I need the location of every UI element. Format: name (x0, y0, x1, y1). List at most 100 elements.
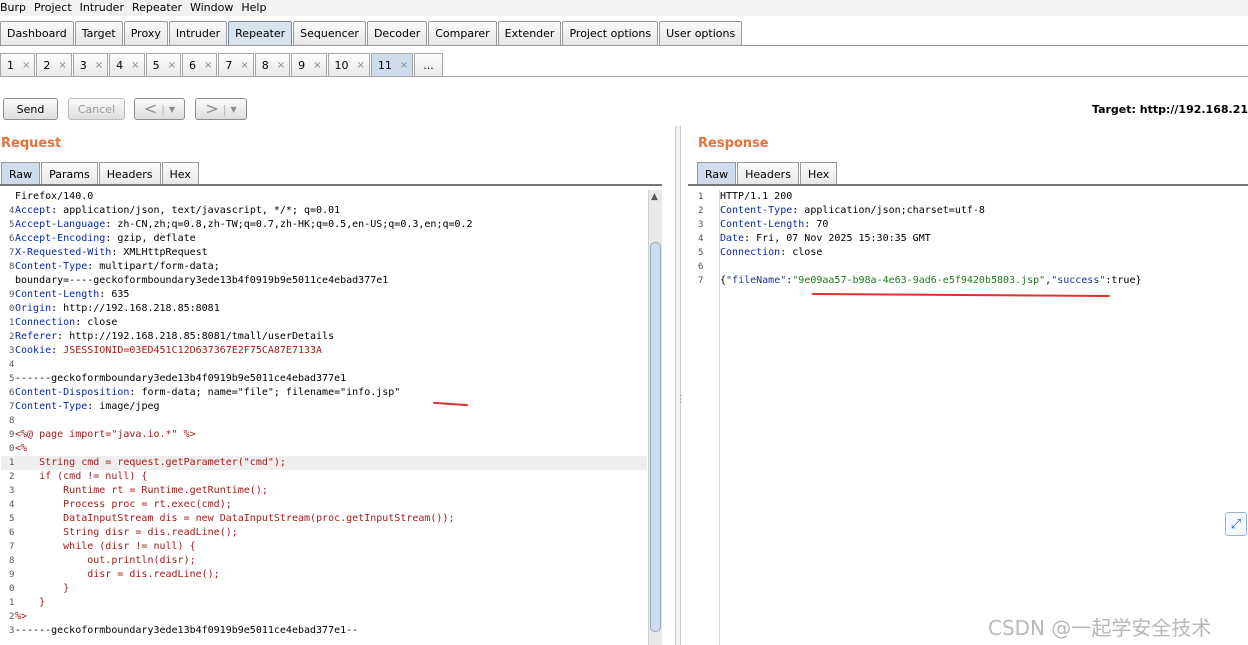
request-tab-raw[interactable]: Raw (1, 162, 41, 185)
response-tab-raw[interactable]: Raw (697, 162, 737, 185)
repeater-tab[interactable]: 4 × (109, 53, 145, 76)
tab-repeater[interactable]: Repeater (228, 21, 293, 45)
scroll-up-icon[interactable]: ▲ (651, 192, 658, 202)
request-tab-hex[interactable]: Hex (161, 162, 199, 185)
header-value: XMLHttpRequest (117, 247, 208, 258)
request-line: 1 String cmd = request.getParameter("cmd… (1, 456, 647, 470)
external-link-icon[interactable]: ⤢ (1225, 512, 1247, 536)
close-icon[interactable]: × (58, 60, 66, 71)
close-icon[interactable]: × (277, 60, 285, 71)
line-number: 5 (698, 248, 704, 258)
request-tab-params[interactable]: Params (41, 162, 98, 185)
tab-proxy[interactable]: Proxy (123, 21, 168, 45)
request-line: 4 (1, 358, 647, 372)
repeater-tab[interactable]: 2 × (36, 53, 72, 76)
close-icon[interactable]: × (357, 60, 365, 71)
line-content: Accept-Encoding: gzip, deflate (15, 232, 196, 246)
menu-item-project[interactable]: Project (34, 1, 76, 15)
line-content: <%@ page import="java.io.*" %> (15, 428, 196, 442)
code-text: disr = dis.readLine(); (15, 569, 220, 580)
response-editor[interactable]: 1 HTTP/1.1 200 2 Content-Type: application/… (690, 190, 1248, 645)
tab-dashboard[interactable]: Dashboard (0, 21, 74, 45)
request-editor[interactable]: Firefox/140.0 4 Accept: application/json, … (1, 190, 647, 645)
menu-bar: Burp Project Intruder Repeater Window Help (0, 0, 1248, 16)
tab-project-options[interactable]: Project options (562, 21, 659, 45)
tab-user-options[interactable]: User options (659, 21, 743, 45)
code-text: if (cmd != null) { (15, 471, 148, 482)
menu-item-intruder[interactable]: Intruder (80, 1, 128, 15)
tab-comparer[interactable]: Comparer (428, 21, 497, 45)
forward-button[interactable]: > | ▼ (195, 98, 247, 120)
header-name: Referer (15, 331, 58, 342)
close-icon[interactable]: × (95, 60, 103, 71)
close-icon[interactable]: × (22, 60, 30, 71)
tab-target[interactable]: Target (74, 21, 123, 45)
menu-item-help[interactable]: Help (241, 1, 270, 15)
code-text: Runtime rt = Runtime.getRuntime(); (15, 485, 268, 496)
repeater-tab[interactable]: 3 × (72, 53, 109, 76)
request-line: 6 Accept-Encoding: gzip, deflate (1, 232, 647, 246)
header-value: form-data; name="file"; filename="info.j… (135, 387, 401, 398)
menu-item-window[interactable]: Window (190, 1, 237, 15)
response-tab-headers[interactable]: Headers (737, 162, 799, 185)
repeater-tab-bar: 1 × 2 × 3 × 4 × 5 × 6 × 7 × 8 × 9 × 10 × 11 ×... (0, 53, 444, 77)
close-icon[interactable]: × (400, 60, 408, 71)
close-icon[interactable]: × (131, 60, 139, 71)
request-line: 0 <% (1, 442, 647, 456)
line-content: Content-Type: application/json;charset=u… (720, 204, 985, 218)
request-line: 9 disr = dis.readLine(); (1, 568, 647, 582)
repeater-tab[interactable]: 5 × (145, 53, 181, 76)
header-value: 70 (810, 219, 829, 230)
panel-splitter[interactable]: ⋮ (675, 126, 686, 645)
repeater-tab[interactable]: 1 × (0, 53, 36, 76)
request-line: 3 ------geckoformboundary3ede13b4f0919b9e… (1, 624, 647, 638)
repeater-tab[interactable]: 6 × (181, 53, 218, 76)
repeater-tab-label: 9 (298, 58, 306, 72)
repeater-tab[interactable]: 8 × (254, 53, 291, 76)
tab-sequencer[interactable]: Sequencer (293, 21, 366, 45)
close-icon[interactable]: × (168, 60, 176, 71)
repeater-tab[interactable]: 10 × (327, 53, 370, 76)
splitter-grip-icon[interactable]: ⋮ (676, 394, 686, 405)
request-line: 7 while (disr != null) { (1, 540, 647, 554)
menu-item-repeater[interactable]: Repeater (132, 1, 186, 15)
line-number: 7 (698, 276, 704, 286)
request-line: 9 <%@ page import="java.io.*" %> (1, 428, 647, 442)
tab-extender[interactable]: Extender (497, 21, 562, 45)
request-tab-divider (0, 184, 662, 186)
line-content: out.println(disr); (15, 554, 195, 568)
response-tab-hex[interactable]: Hex (799, 162, 838, 185)
repeater-tab[interactable]: 9 × (291, 53, 327, 76)
line-number: 3 (698, 220, 704, 230)
response-line: 7 {"fileName":"9e09aa57-b98a-4e63-9ad6-e5… (690, 274, 1248, 288)
repeater-tab[interactable]: 11 × (370, 53, 414, 76)
code-text: String disr = dis.readLine(); (15, 527, 238, 538)
back-button[interactable]: < | ▼ (134, 98, 185, 120)
request-line: Firefox/140.0 (1, 190, 647, 204)
header-name: Connection (15, 317, 76, 328)
request-tab-headers[interactable]: Headers (98, 162, 161, 185)
close-icon[interactable]: × (204, 60, 212, 71)
repeater-tab-label: 7 (225, 58, 233, 72)
tab-decoder[interactable]: Decoder (366, 21, 428, 45)
line-content: Cookie: JSESSIONID=03ED451C12D637367E2F7… (15, 344, 322, 358)
request-scrollbar[interactable]: ▲ (648, 190, 662, 645)
button-separator: | (161, 102, 165, 116)
tab-intruder[interactable]: Intruder (168, 21, 228, 45)
repeater-tab[interactable]: 7 × (218, 53, 254, 76)
code-text: DataInputStream dis = new DataInputStrea… (15, 513, 455, 524)
repeater-tab[interactable]: ... (414, 53, 443, 76)
code-text: } (15, 597, 46, 608)
close-icon[interactable]: × (240, 60, 248, 71)
cancel-button[interactable]: Cancel (68, 98, 125, 120)
line-content: {"fileName":"9e09aa57-b98a-4e63-9ad6-e5f… (720, 274, 1142, 288)
close-icon[interactable]: × (313, 60, 321, 71)
target-label[interactable]: Target: http://192.168.21 (1092, 103, 1248, 116)
send-button[interactable]: Send (3, 98, 58, 120)
button-separator: | (222, 102, 227, 116)
line-number: 6 (698, 262, 704, 272)
repeater-tab-label: ... (423, 58, 434, 72)
scrollbar-thumb[interactable] (650, 242, 661, 632)
menu-item-burp[interactable]: Burp (0, 1, 30, 15)
line-content: <% (15, 442, 27, 456)
